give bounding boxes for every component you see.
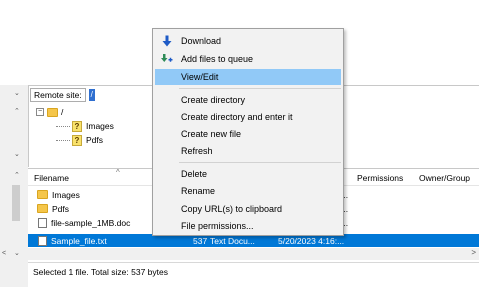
unknown-folder-icon: ?	[72, 134, 82, 146]
collapse-icon[interactable]: −	[36, 108, 44, 116]
file-name: Sample_file.txt	[51, 235, 107, 246]
sort-ascending-icon: ^	[116, 168, 120, 177]
menu-item-delete[interactable]: Delete	[155, 166, 341, 182]
menu-item-file-permissions[interactable]: File permissions...	[155, 218, 341, 234]
chevron-down-icon[interactable]: ⌄	[14, 90, 20, 97]
tree-root[interactable]: − /	[36, 105, 114, 119]
file-type: Text Docu...	[210, 236, 255, 246]
status-bar: Selected 1 file. Total size: 537 bytes	[28, 262, 479, 280]
menu-label: Refresh	[181, 146, 213, 156]
add-queue-icon	[161, 54, 173, 62]
status-text: Selected 1 file. Total size: 537 bytes	[33, 266, 168, 277]
local-pane-strip: ⌄ ⌃ ⌄ ⌃ ⌄ <	[0, 85, 28, 287]
menu-item-copy-url[interactable]: Copy URL(s) to clipboard	[155, 201, 341, 217]
tree-item-label: Pdfs	[86, 135, 104, 145]
menu-label: Copy URL(s) to clipboard	[181, 204, 283, 214]
menu-label: Rename	[181, 186, 216, 196]
menu-label: Create directory and enter it	[181, 112, 293, 122]
download-arrow-icon	[162, 35, 172, 47]
folder-icon	[37, 204, 48, 213]
menu-label: Create new file	[181, 129, 242, 139]
remote-site-bar: Remote site: /	[30, 87, 95, 103]
menu-label: Create directory	[181, 95, 246, 105]
horizontal-scrollbar[interactable]: >	[28, 248, 479, 260]
tree-root-label: /	[61, 107, 64, 117]
file-name: Images	[52, 189, 80, 200]
context-menu: Download Add files to queue View/Edit Cr…	[152, 28, 344, 236]
menu-item-refresh[interactable]: Refresh	[155, 143, 341, 159]
scroll-down-icon[interactable]: ⌄	[14, 151, 20, 158]
menu-item-view-edit[interactable]: View/Edit	[155, 69, 341, 85]
folder-icon	[37, 190, 48, 199]
menu-separator	[179, 88, 341, 89]
column-permissions[interactable]: Permissions	[357, 173, 403, 183]
menu-label: Add files to queue	[181, 54, 254, 64]
remote-site-input[interactable]: /	[88, 89, 95, 101]
column-filename[interactable]: Filename	[34, 173, 69, 183]
tree-item-images[interactable]: ? Images	[36, 119, 114, 133]
menu-label: View/Edit	[181, 72, 219, 82]
menu-item-create-directory[interactable]: Create directory	[155, 92, 341, 108]
menu-label: Download	[181, 36, 222, 46]
menu-label: Delete	[181, 169, 208, 179]
scroll-up-icon[interactable]: ⌃	[14, 108, 20, 115]
menu-separator	[179, 162, 341, 163]
menu-label: File permissions...	[181, 221, 254, 231]
menu-item-add-to-queue[interactable]: Add files to queue	[155, 51, 341, 67]
file-modified: 5/20/2023 4:16:...	[278, 236, 345, 246]
menu-item-download[interactable]: Download	[155, 33, 341, 49]
column-owner-group[interactable]: Owner/Group	[419, 173, 470, 183]
file-name: Pdfs	[52, 203, 70, 214]
folder-icon	[47, 107, 58, 117]
file-name: file-sample_1MB.doc	[51, 217, 131, 228]
document-icon	[38, 217, 47, 228]
unknown-folder-icon: ?	[72, 120, 82, 132]
remote-tree: − / ? Images ? Pdfs	[36, 105, 114, 147]
scroll-right-icon[interactable]: >	[471, 248, 476, 257]
menu-item-rename[interactable]: Rename	[155, 183, 341, 199]
menu-item-create-new-file[interactable]: Create new file	[155, 126, 341, 142]
tree-item-label: Images	[86, 121, 114, 131]
scrollbar-thumb[interactable]	[12, 185, 20, 221]
scroll-down-icon[interactable]: ⌄	[14, 250, 20, 257]
file-size: 537	[193, 236, 208, 246]
tree-item-pdfs[interactable]: ? Pdfs	[36, 133, 114, 147]
remote-site-label: Remote site:	[30, 88, 86, 102]
scroll-up-icon[interactable]: ⌃	[14, 172, 20, 179]
menu-item-create-directory-enter[interactable]: Create directory and enter it	[155, 109, 341, 125]
scroll-left-icon[interactable]: <	[2, 250, 6, 257]
text-file-icon	[38, 235, 47, 246]
